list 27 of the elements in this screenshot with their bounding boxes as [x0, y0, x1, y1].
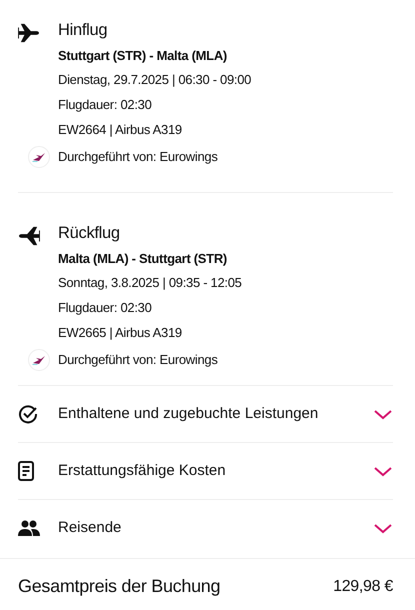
airplane-icon	[18, 22, 40, 43]
chevron-down-icon	[373, 522, 393, 534]
operator-text: Durchgeführt von: Eurowings	[58, 351, 218, 370]
airline-logo-icon	[28, 349, 50, 371]
date-time-text: Sonntag, 3.8.2025 | 09:35 - 12:05	[58, 274, 243, 292]
chevron-down-icon	[373, 408, 393, 420]
route-text: Stuttgart (STR) - Malta (MLA)	[58, 47, 228, 65]
accordion-header[interactable]: Enthaltene und zugebuchte Leistungen	[18, 385, 393, 442]
document-icon	[18, 461, 34, 481]
flight-number-text: EW2664 | Airbus A319	[58, 121, 183, 139]
total-label: Gesamtpreis der Buchung	[18, 575, 220, 598]
route-text: Malta (MLA) - Stuttgart (STR)	[58, 250, 228, 268]
duration-text: Flugdauer: 02:30	[58, 299, 152, 317]
people-icon	[18, 520, 40, 536]
flight-number-text: EW2665 | Airbus A319	[58, 324, 183, 342]
flight-title: Hinflug	[58, 20, 108, 41]
airline-logo-icon	[28, 146, 50, 168]
chevron-down-icon	[373, 464, 393, 478]
airplane-icon	[18, 226, 40, 246]
operator-text: Durchgeführt von: Eurowings	[58, 148, 218, 166]
date-time-text: Dienstag, 29.7.2025 | 06:30 - 09:00	[58, 71, 252, 89]
total-price: 129,98 €	[333, 577, 393, 597]
duration-text: Flugdauer: 02:30	[58, 96, 152, 114]
check-circle-icon	[18, 404, 38, 424]
accordion-header[interactable]: Erstattungsfähige Kosten	[18, 442, 393, 499]
accordion-header[interactable]: Reisende	[18, 499, 393, 556]
flight-title: Rückflug	[58, 223, 121, 244]
